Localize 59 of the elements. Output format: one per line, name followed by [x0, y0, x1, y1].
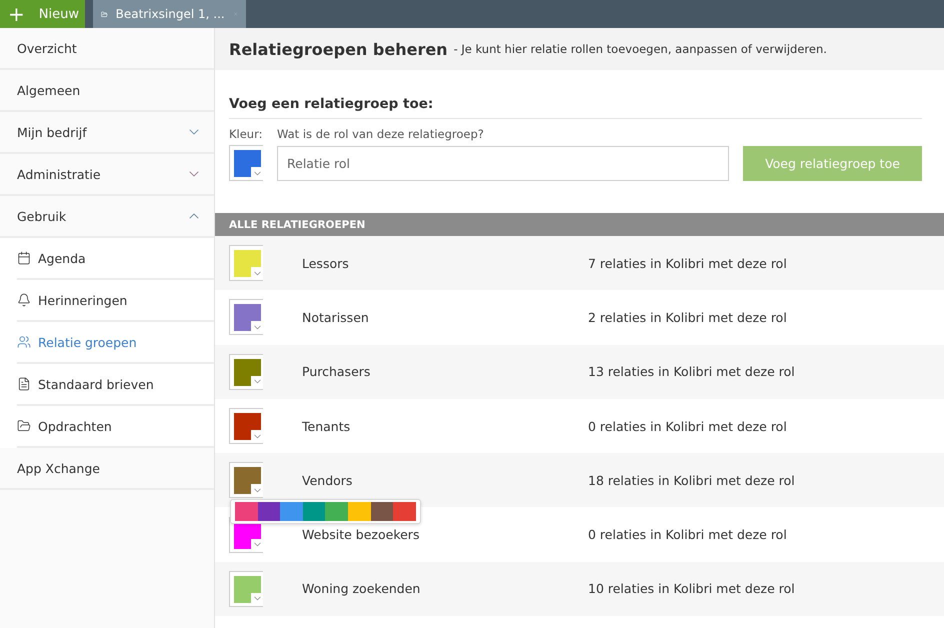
caret-icon — [251, 484, 263, 496]
palette-swatch[interactable] — [258, 502, 280, 522]
palette-swatch[interactable] — [235, 502, 258, 522]
role-label: Wat is de rol van deze relatiegroep? — [277, 127, 485, 141]
color-picker[interactable] — [229, 570, 263, 607]
bell-icon — [17, 293, 31, 307]
palette-swatch[interactable] — [370, 502, 394, 522]
caret-icon — [251, 592, 263, 605]
nav-subitem[interactable]: Agenda — [17, 238, 214, 280]
relation-count: 0 relaties in Kolibri met deze rol — [588, 527, 787, 542]
color-picker[interactable] — [229, 354, 263, 390]
color-picker[interactable] — [229, 145, 263, 181]
relation-count: 10 relaties in Kolibri met deze rol — [588, 581, 795, 596]
nav-item[interactable]: Overzicht — [0, 28, 214, 70]
color-picker[interactable] — [229, 462, 263, 498]
caret-icon — [251, 538, 263, 551]
group-name: Website bezoekers — [301, 527, 420, 542]
relation-count: 0 relaties in Kolibri met deze rol — [588, 418, 787, 434]
group-name: Notarissen — [301, 310, 370, 325]
folder-icon — [17, 419, 31, 433]
group-name: Lessors — [301, 256, 350, 271]
calendar-icon — [17, 251, 31, 265]
caret-icon — [251, 376, 263, 388]
palette-swatch[interactable] — [325, 502, 348, 522]
nav-subitem[interactable]: Standaard brieven — [17, 364, 214, 406]
group-name: Tenants — [301, 418, 352, 434]
color-picker[interactable] — [229, 408, 263, 444]
color-picker[interactable] — [229, 245, 263, 282]
nav-subitem[interactable]: Opdrachten — [17, 406, 214, 448]
form-heading: Voeg een relatiegroep toe: — [229, 96, 922, 119]
page-title: Relatiegroepen beheren — [229, 40, 448, 58]
color-picker[interactable] — [229, 299, 263, 336]
palette-swatch[interactable] — [393, 502, 416, 522]
palette-swatch[interactable] — [302, 502, 326, 522]
palette-swatch[interactable] — [348, 502, 371, 522]
nav-item[interactable]: App Xchange — [0, 448, 214, 490]
caret-icon — [251, 430, 263, 442]
relation-count: 13 relaties in Kolibri met deze rol — [588, 364, 795, 380]
nav-subitem[interactable]: Relatie groepen — [17, 322, 214, 364]
group-name: Woning zoekenden — [301, 581, 422, 596]
relation-count: 18 relaties in Kolibri met deze rol — [588, 472, 795, 488]
nav-item[interactable]: Mijn bedrijf — [0, 112, 214, 154]
page-subtitle: - Je kunt hier relatie rollen toevoegen, aanpassen of verwijderen. — [454, 42, 827, 56]
caret-icon — [251, 321, 263, 334]
palette-swatch[interactable] — [280, 502, 303, 522]
relation-count: 2 relaties in Kolibri met deze rol — [588, 310, 787, 325]
role-input[interactable]: Relatie rol — [277, 146, 729, 180]
relation-count: 7 relaties in Kolibri met deze rol — [588, 256, 787, 271]
caret-icon — [251, 267, 263, 280]
nav-item[interactable]: Algemeen — [0, 70, 214, 112]
caret-icon — [251, 167, 263, 179]
list-header: ALLE RELATIEGROEPEN — [215, 213, 944, 236]
nav-item[interactable]: Administratie — [0, 154, 214, 196]
people-icon — [17, 335, 31, 349]
group-name: Purchasers — [301, 364, 372, 380]
group-name: Vendors — [301, 472, 354, 488]
color-label: Kleur: — [229, 127, 263, 141]
document-icon — [17, 377, 31, 391]
nav-subitem[interactable]: Herinneringen — [17, 280, 214, 322]
